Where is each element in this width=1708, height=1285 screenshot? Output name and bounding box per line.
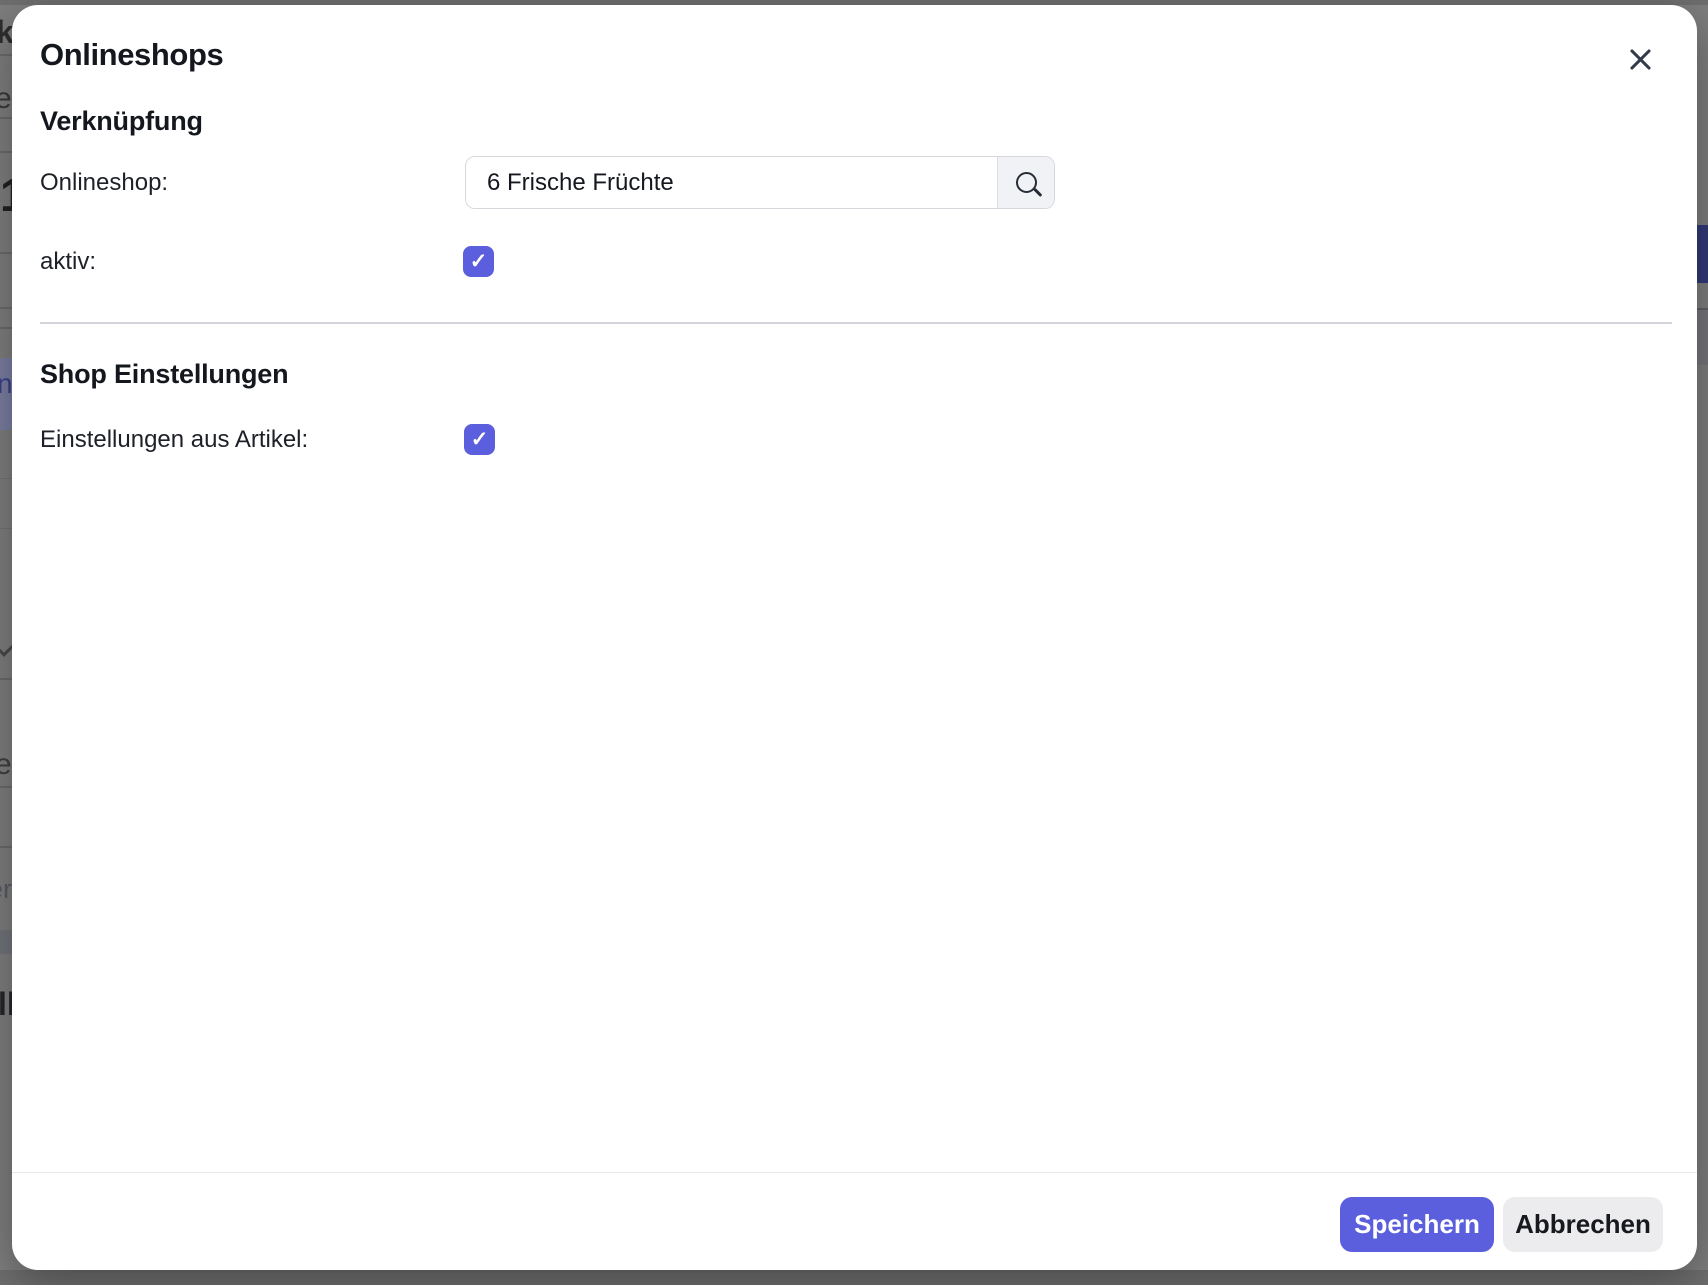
checkmark-icon: ✓ <box>470 251 488 272</box>
search-icon <box>1016 172 1037 193</box>
background-text-fragment: er <box>0 874 12 905</box>
background-link-fragment: n <box>0 368 13 400</box>
close-button[interactable] <box>1618 37 1662 81</box>
section-heading-verknuepfung: Verknüpfung <box>40 106 203 137</box>
aktiv-checkbox[interactable]: ✓ <box>463 246 494 277</box>
dialog-title: Onlineshops <box>40 37 223 73</box>
close-icon <box>1627 46 1654 73</box>
section-heading-shop-einstellungen: Shop Einstellungen <box>40 359 288 390</box>
save-button[interactable]: Speichern <box>1340 1197 1494 1252</box>
search-button[interactable] <box>997 157 1054 208</box>
background-text-fragment: e <box>0 82 12 116</box>
onlineshop-label: Onlineshop: <box>40 156 168 209</box>
cancel-button[interactable]: Abbrechen <box>1503 1197 1663 1252</box>
footer-divider <box>12 1172 1697 1173</box>
einstellungen-aus-artikel-label: Einstellungen aus Artikel: <box>40 424 308 455</box>
background-text-fragment: e <box>0 748 12 782</box>
onlineshops-dialog: Onlineshops Verknüpfung Onlineshop: akti… <box>12 5 1697 1270</box>
onlineshop-input[interactable] <box>466 157 997 208</box>
einstellungen-aus-artikel-checkbox[interactable]: ✓ <box>464 424 495 455</box>
section-divider <box>40 322 1672 324</box>
checkmark-icon: ✓ <box>471 429 489 450</box>
backdrop-bottom-strip <box>0 1270 1708 1285</box>
background-primary-button-sliver <box>1697 225 1708 283</box>
background-header-band <box>1697 310 1708 365</box>
aktiv-label: aktiv: <box>40 246 96 277</box>
onlineshop-input-group <box>465 156 1055 209</box>
